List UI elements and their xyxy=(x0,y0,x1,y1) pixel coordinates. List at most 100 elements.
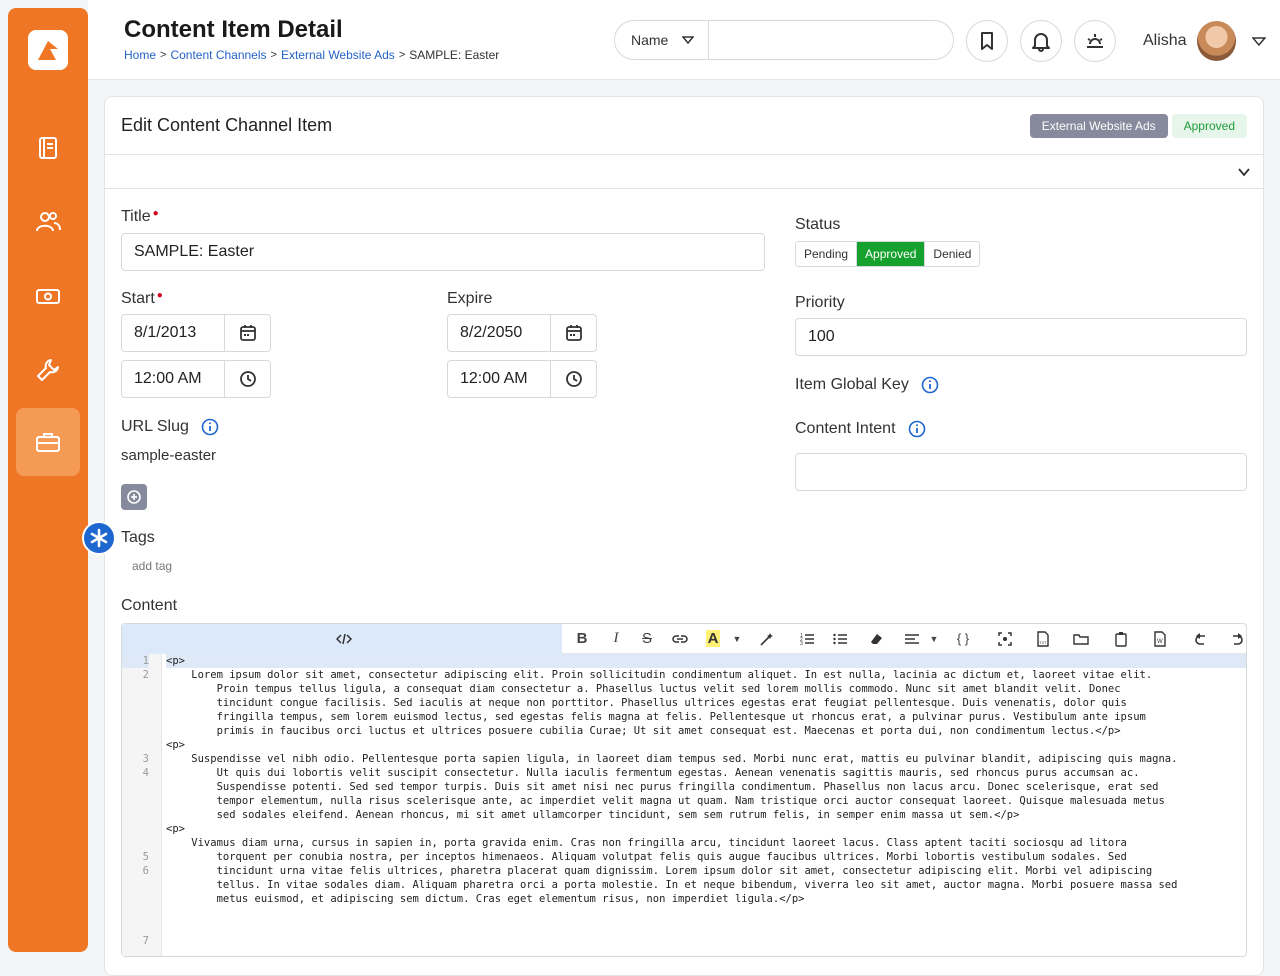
code-line: tellus. In vitae sodales diam. Aliquam p… xyxy=(166,879,1178,891)
italic-button[interactable]: I xyxy=(602,624,630,654)
chevron-right-icon: > xyxy=(398,49,406,61)
code-line: fringilla tempus, sem lorem euismod lect… xyxy=(166,711,1146,723)
search-bar: Name xyxy=(614,20,954,60)
breadcrumb-content-channels[interactable]: Content Channels xyxy=(170,48,266,62)
avatar xyxy=(1196,21,1237,61)
search-input[interactable] xyxy=(709,21,953,59)
user-menu[interactable]: Alisha xyxy=(1126,18,1266,64)
line-number: 4 xyxy=(142,767,149,779)
breadcrumb-home[interactable]: Home xyxy=(124,48,156,62)
search-type-label: Name xyxy=(631,32,669,48)
clear-format-button[interactable] xyxy=(856,624,896,654)
highlight-button[interactable]: A xyxy=(696,624,730,654)
expire-date-picker[interactable] xyxy=(550,315,596,351)
people-icon xyxy=(36,212,61,232)
paste-text-button[interactable]: TXT xyxy=(1024,624,1062,654)
sidebar xyxy=(8,8,88,952)
add-slug-button[interactable] xyxy=(121,484,147,510)
bookmark-button[interactable] xyxy=(966,20,1008,62)
info-icon[interactable] xyxy=(201,418,219,436)
code-view-button[interactable] xyxy=(122,623,562,654)
content-intent-label: Content Intent xyxy=(795,420,926,438)
status-option-pending[interactable]: Pending xyxy=(796,242,858,266)
plus-circle-icon xyxy=(127,490,141,504)
asterisk-badge[interactable] xyxy=(82,521,116,555)
sidebar-item-finance[interactable] xyxy=(16,262,80,330)
breadcrumb-external-website-ads[interactable]: External Website Ads xyxy=(281,48,395,62)
start-date-field[interactable]: 8/1/2013 xyxy=(121,314,271,352)
start-time-picker[interactable] xyxy=(224,361,270,397)
sidebar-item-people[interactable] xyxy=(16,188,80,256)
add-tag-link[interactable]: add tag xyxy=(132,559,172,573)
code-area[interactable]: 12 3 4 5 6 7 <p> Lorem ipsum dolor sit amet, … xyxy=(122,654,1246,956)
merge-field-button[interactable] xyxy=(986,624,1024,654)
undo-button[interactable] xyxy=(1178,624,1226,654)
svg-text:3: 3 xyxy=(800,641,803,647)
strikethrough-button[interactable]: S xyxy=(630,624,664,654)
paste-button[interactable] xyxy=(1100,624,1142,654)
code-line: <p> xyxy=(166,654,1246,668)
rock-logo[interactable] xyxy=(28,30,68,70)
unordered-list-button[interactable] xyxy=(824,624,856,654)
start-date-picker[interactable] xyxy=(224,315,270,351)
expire-time-picker[interactable] xyxy=(550,361,596,397)
align-button[interactable] xyxy=(896,624,928,654)
start-time-field[interactable]: 12:00 AM xyxy=(121,360,271,398)
strikethrough-icon: S xyxy=(641,630,652,647)
search-type-select[interactable]: Name xyxy=(615,21,709,59)
expire-label: Expire xyxy=(447,290,493,307)
status-option-approved[interactable]: Approved xyxy=(857,242,926,266)
sidebar-item-tools[interactable] xyxy=(16,336,80,404)
sidebar-item-admin[interactable] xyxy=(16,408,80,476)
highlight-dropdown[interactable]: ▼ xyxy=(730,624,744,654)
code-line: Proin tempus tellus ligula, a consequat … xyxy=(166,683,1121,695)
book-icon xyxy=(39,137,57,159)
code-icon xyxy=(336,633,352,644)
title-field[interactable]: SAMPLE: Easter xyxy=(121,233,765,271)
info-icon[interactable] xyxy=(908,420,926,438)
svg-text:W: W xyxy=(1157,639,1163,645)
redo-button[interactable] xyxy=(1226,624,1246,654)
file-browser-button[interactable] xyxy=(1062,624,1100,654)
priority-field[interactable]: 100 xyxy=(795,318,1247,356)
url-slug-label: URL Slug xyxy=(121,418,219,436)
expire-date-value: 8/2/2050 xyxy=(460,324,523,341)
line-number: 7 xyxy=(142,935,149,947)
link-icon xyxy=(672,634,688,643)
notifications-button[interactable] xyxy=(1020,20,1062,62)
line-number xyxy=(122,738,149,752)
code-line: torquent per conubia nostra, per incepto… xyxy=(166,851,1127,863)
code-line: tempor elementum, nulla risus scelerisqu… xyxy=(166,795,1165,807)
unordered-list-icon xyxy=(833,633,847,644)
theme-button[interactable] xyxy=(1074,20,1116,62)
expire-time-field[interactable]: 12:00 AM xyxy=(447,360,597,398)
style-button[interactable] xyxy=(744,624,790,654)
expire-date-field[interactable]: 8/2/2050 xyxy=(447,314,597,352)
line-number xyxy=(122,794,149,808)
user-name: Alisha xyxy=(1143,32,1187,49)
svg-text:TXT: TXT xyxy=(1039,640,1047,645)
content-editor: B I S A ▼ 123 ▼ { } TXT W 1 2 3 4 5 6 7 … xyxy=(121,623,1247,957)
sidebar-item-book[interactable] xyxy=(16,114,80,182)
clock-icon xyxy=(565,371,582,387)
link-button[interactable] xyxy=(664,624,696,654)
bold-button[interactable]: B xyxy=(562,624,602,654)
info-icon[interactable] xyxy=(921,376,939,394)
money-icon xyxy=(36,289,60,304)
chevron-down-icon xyxy=(1238,168,1250,177)
code-line: tincidunt urna vitae felis ultrices, pha… xyxy=(166,865,1153,877)
status-option-denied[interactable]: Denied xyxy=(925,242,979,266)
line-number xyxy=(122,906,149,920)
content-intent-field[interactable] xyxy=(795,453,1247,491)
start-time-value: 12:00 AM xyxy=(134,370,202,387)
editor-toolbar: B I S A ▼ 123 ▼ { } TXT W xyxy=(122,623,1246,654)
code-block-button[interactable]: { } xyxy=(940,624,986,654)
paste-word-button[interactable]: W xyxy=(1142,624,1178,654)
code-text[interactable]: <p> Lorem ipsum dolor sit amet, consecte… xyxy=(162,654,1246,956)
status-badge: Approved xyxy=(1171,113,1247,138)
collapse-row[interactable] xyxy=(105,155,1263,189)
align-dropdown[interactable]: ▼ xyxy=(928,624,940,654)
code-line: primis in faucibus orci luctus et ultric… xyxy=(166,725,1121,737)
ordered-list-button[interactable]: 123 xyxy=(790,624,824,654)
asterisk-icon xyxy=(90,528,108,548)
